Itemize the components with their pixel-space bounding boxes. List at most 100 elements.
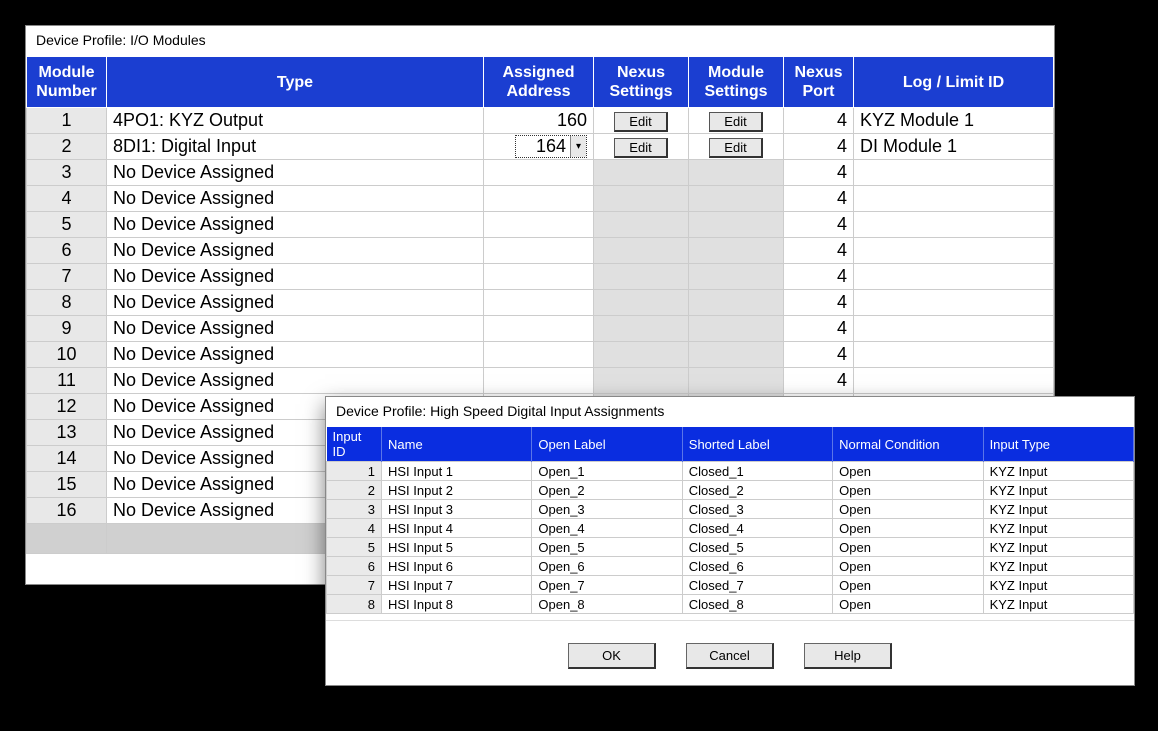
edit-module-button[interactable]: Edit [709, 112, 762, 132]
cell-input-type[interactable]: KYZ Input [983, 538, 1133, 557]
cell-name[interactable]: HSI Input 7 [382, 576, 532, 595]
header-input-id: Input ID [327, 427, 382, 462]
cell-type[interactable]: No Device Assigned [107, 212, 484, 238]
cell-normal-condition[interactable]: Open [833, 519, 983, 538]
header-nexus-settings: Nexus Settings [594, 57, 689, 108]
table-row: 10No Device Assigned4 [27, 342, 1054, 368]
cell-assigned-address[interactable]: 160 [484, 108, 594, 134]
table-row: 6HSI Input 6Open_6Closed_6OpenKYZ Input [327, 557, 1134, 576]
cell-normal-condition[interactable]: Open [833, 500, 983, 519]
cell-assigned-address [484, 368, 594, 394]
dialog-title: Device Profile: High Speed Digital Input… [326, 397, 1134, 427]
cell-open-label[interactable]: Open_3 [532, 500, 682, 519]
cell-normal-condition[interactable]: Open [833, 538, 983, 557]
cell-shorted-label[interactable]: Closed_6 [682, 557, 832, 576]
cell-shorted-label[interactable]: Closed_4 [682, 519, 832, 538]
header-normal-condition: Normal Condition [833, 427, 983, 462]
cell-shorted-label[interactable]: Closed_1 [682, 462, 832, 481]
cell-shorted-label[interactable]: Closed_3 [682, 500, 832, 519]
header-type: Type [107, 57, 484, 108]
table-row: 3HSI Input 3Open_3Closed_3OpenKYZ Input [327, 500, 1134, 519]
cell-nexus-settings [594, 316, 689, 342]
ok-button[interactable]: OK [568, 643, 656, 669]
cell-type[interactable]: No Device Assigned [107, 238, 484, 264]
header-module-number: Module Number [27, 57, 107, 108]
cell-name[interactable]: HSI Input 6 [382, 557, 532, 576]
cell-open-label[interactable]: Open_4 [532, 519, 682, 538]
cell-normal-condition[interactable]: Open [833, 462, 983, 481]
cell-open-label[interactable]: Open_1 [532, 462, 682, 481]
cell-module-number: 7 [27, 264, 107, 290]
cancel-button[interactable]: Cancel [686, 643, 774, 669]
cell-input-type[interactable]: KYZ Input [983, 519, 1133, 538]
cell-input-type[interactable]: KYZ Input [983, 462, 1133, 481]
cell-normal-condition[interactable]: Open [833, 557, 983, 576]
cell-name[interactable]: HSI Input 2 [382, 481, 532, 500]
cell-shorted-label[interactable]: Closed_5 [682, 538, 832, 557]
header-assigned-address: Assigned Address [484, 57, 594, 108]
cell-type[interactable]: No Device Assigned [107, 160, 484, 186]
header-input-type: Input Type [983, 427, 1133, 462]
cell-type[interactable]: 8DI1: Digital Input [107, 134, 484, 160]
edit-nexus-button[interactable]: Edit [614, 112, 667, 132]
footer-cell [27, 524, 107, 554]
edit-nexus-button[interactable]: Edit [614, 138, 667, 158]
cell-normal-condition[interactable]: Open [833, 576, 983, 595]
cell-nexus-port: 4 [784, 212, 854, 238]
cell-normal-condition[interactable]: Open [833, 595, 983, 614]
cell-shorted-label[interactable]: Closed_7 [682, 576, 832, 595]
cell-assigned-address [484, 238, 594, 264]
cell-open-label[interactable]: Open_8 [532, 595, 682, 614]
address-value: 164 [516, 136, 570, 157]
cell-type[interactable]: No Device Assigned [107, 186, 484, 212]
cell-name[interactable]: HSI Input 5 [382, 538, 532, 557]
cell-log-limit-id [854, 212, 1054, 238]
cell-log-limit-id [854, 186, 1054, 212]
cell-type[interactable]: No Device Assigned [107, 342, 484, 368]
cell-module-settings [689, 368, 784, 394]
cell-open-label[interactable]: Open_5 [532, 538, 682, 557]
cell-assigned-address [484, 212, 594, 238]
cell-open-label[interactable]: Open_7 [532, 576, 682, 595]
cell-type[interactable]: No Device Assigned [107, 290, 484, 316]
cell-log-limit-id [854, 160, 1054, 186]
cell-input-id: 1 [327, 462, 382, 481]
cell-open-label[interactable]: Open_2 [532, 481, 682, 500]
table-row: 9No Device Assigned4 [27, 316, 1054, 342]
cell-input-id: 2 [327, 481, 382, 500]
table-row: 11No Device Assigned4 [27, 368, 1054, 394]
cell-type[interactable]: No Device Assigned [107, 316, 484, 342]
address-dropdown[interactable]: 164▾ [515, 135, 587, 158]
cell-name[interactable]: HSI Input 8 [382, 595, 532, 614]
cell-log-limit-id [854, 368, 1054, 394]
cell-normal-condition[interactable]: Open [833, 481, 983, 500]
cell-nexus-settings [594, 160, 689, 186]
cell-name[interactable]: HSI Input 4 [382, 519, 532, 538]
cell-input-type[interactable]: KYZ Input [983, 595, 1133, 614]
cell-module-number: 15 [27, 472, 107, 498]
cell-shorted-label[interactable]: Closed_2 [682, 481, 832, 500]
cell-assigned-address [484, 290, 594, 316]
cell-module-number: 4 [27, 186, 107, 212]
cell-input-type[interactable]: KYZ Input [983, 481, 1133, 500]
cell-open-label[interactable]: Open_6 [532, 557, 682, 576]
cell-nexus-port: 4 [784, 238, 854, 264]
edit-module-button[interactable]: Edit [709, 138, 762, 158]
cell-input-type[interactable]: KYZ Input [983, 500, 1133, 519]
header-open-label: Open Label [532, 427, 682, 462]
cell-name[interactable]: HSI Input 3 [382, 500, 532, 519]
cell-input-type[interactable]: KYZ Input [983, 557, 1133, 576]
cell-type[interactable]: No Device Assigned [107, 368, 484, 394]
cell-type[interactable]: No Device Assigned [107, 264, 484, 290]
cell-name[interactable]: HSI Input 1 [382, 462, 532, 481]
chevron-down-icon[interactable]: ▾ [570, 136, 586, 157]
cell-assigned-address[interactable]: 164▾ [484, 134, 594, 160]
cell-shorted-label[interactable]: Closed_8 [682, 595, 832, 614]
header-nexus-port: Nexus Port [784, 57, 854, 108]
hsi-table: Input ID Name Open Label Shorted Label N… [326, 427, 1134, 614]
cell-type[interactable]: 4PO1: KYZ Output [107, 108, 484, 134]
cell-assigned-address [484, 342, 594, 368]
cell-nexus-settings: Edit [594, 134, 689, 160]
help-button[interactable]: Help [804, 643, 892, 669]
cell-input-type[interactable]: KYZ Input [983, 576, 1133, 595]
